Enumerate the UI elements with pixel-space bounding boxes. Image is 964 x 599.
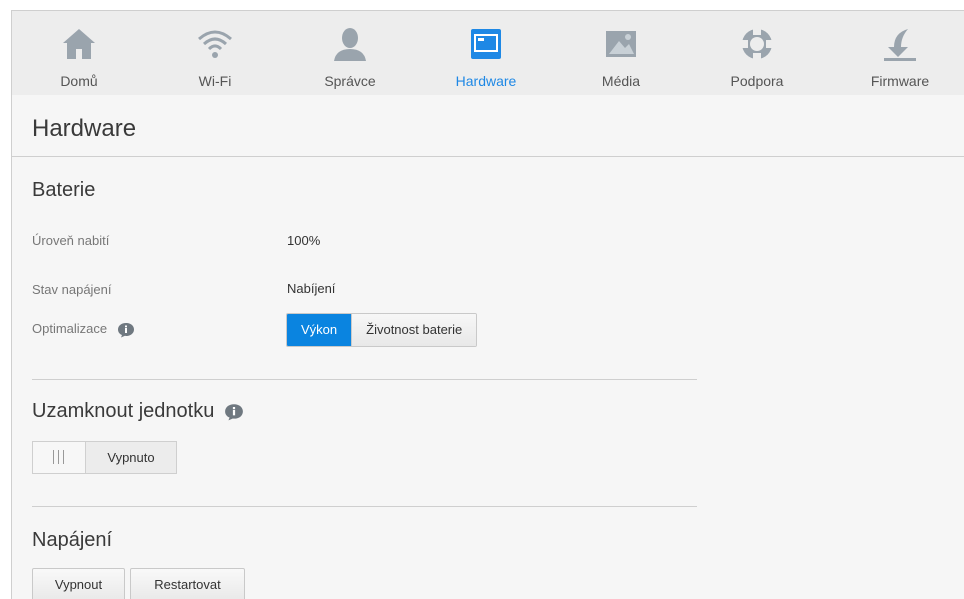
optimization-option-battery-life[interactable]: Životnost baterie — [351, 314, 477, 346]
hardware-icon — [471, 29, 501, 59]
optimization-segmented-control: Výkon Životnost baterie — [286, 313, 478, 347]
nav-label-wifi: Wi-Fi — [198, 73, 232, 89]
charge-level-value: 100% — [287, 233, 321, 248]
optimization-option-performance[interactable]: Výkon — [287, 314, 352, 346]
battery-section-title: Baterie — [32, 179, 96, 201]
page-title: Hardware — [32, 115, 137, 142]
nav-item-media[interactable]: Média — [571, 11, 671, 95]
charge-level-label: Úroveň nabití — [32, 233, 110, 248]
optimization-label: Optimalizace — [32, 321, 108, 336]
nav-label-hardware: Hardware — [455, 73, 517, 89]
section-divider — [32, 506, 697, 507]
app-frame: Domů Wi-Fi Správce Hardware Média Podpor… — [11, 10, 964, 599]
nav-label-admin: Správce — [324, 73, 376, 89]
nav-label-support: Podpora — [730, 73, 784, 89]
page-header — [12, 95, 964, 157]
media-icon — [606, 31, 636, 57]
content-area — [12, 157, 964, 599]
nav-item-hardware[interactable]: Hardware — [436, 11, 536, 95]
toggle-grip-icon — [33, 442, 86, 473]
info-icon[interactable] — [224, 403, 244, 421]
power-state-value: Nabíjení — [287, 281, 336, 296]
nav-item-home[interactable]: Domů — [29, 11, 129, 95]
lock-title-text: Uzamknout jednotku — [32, 400, 215, 422]
nav-item-support[interactable]: Podpora — [707, 11, 807, 95]
power-state-label: Stav napájení — [32, 282, 112, 297]
support-icon — [741, 28, 773, 60]
nav-item-wifi[interactable]: Wi-Fi — [165, 11, 265, 95]
power-section-title: Napájení — [32, 529, 113, 551]
restart-button[interactable]: Restartovat — [130, 568, 245, 599]
nav-label-firmware: Firmware — [870, 73, 930, 89]
section-divider — [32, 379, 697, 380]
nav-label-media: Média — [601, 73, 641, 89]
lock-toggle-state: Vypnuto — [107, 450, 155, 465]
top-navigation: Domů Wi-Fi Správce Hardware Média Podpor… — [12, 11, 964, 95]
home-icon — [63, 29, 95, 59]
nav-label-home: Domů — [60, 73, 98, 89]
info-icon[interactable] — [117, 322, 135, 338]
wifi-icon — [198, 30, 232, 58]
nav-item-admin[interactable]: Správce — [300, 11, 400, 95]
firmware-icon — [884, 29, 916, 61]
user-icon — [334, 28, 366, 61]
lock-section-title: Uzamknout jednotku — [32, 400, 244, 423]
optimization-row: Optimalizace — [32, 321, 135, 338]
nav-item-firmware[interactable]: Firmware — [850, 11, 950, 95]
power-off-button[interactable]: Vypnout — [32, 568, 125, 599]
lock-toggle[interactable]: Vypnuto — [32, 441, 177, 474]
